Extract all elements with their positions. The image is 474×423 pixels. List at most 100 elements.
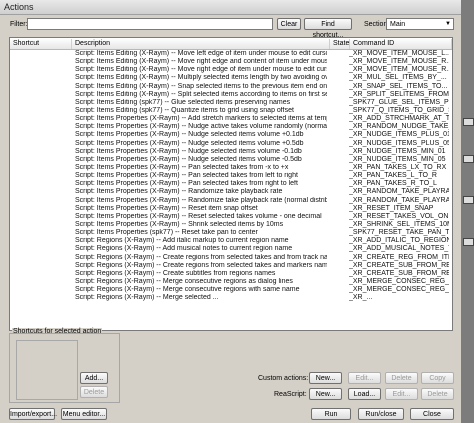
row-description: Script: Items Properties (X-Raym) -- Ran… <box>75 188 283 196</box>
row-command-id: _XR_RANDOM_TAKE_PLAYRATE_... <box>349 196 449 204</box>
row-description: Script: Items Properties (X-Raym) -- Nud… <box>75 147 302 155</box>
table-row[interactable]: Script: Items Properties (X-Raym) -- Res… <box>10 205 452 213</box>
table-row[interactable]: Script: Items Editing (spk77) -- Glue se… <box>10 99 452 107</box>
row-command-id: _XR_MERGE_CONSEC_REG_AS_... <box>349 277 449 285</box>
row-command-id: _XR_NUDGE_ITEMS_PLUS_01 <box>349 131 449 139</box>
import-export-button[interactable]: Import/export... <box>9 408 57 420</box>
row-command-id: _XR_PAN_TAKES_LX_TO_RX <box>349 163 447 171</box>
row-command-id: _XR_ADD_ITALIC_TO_REGION <box>349 237 449 245</box>
row-description: Script: Items Properties (X-Raym) -- Add… <box>75 115 327 123</box>
column-header-shortcut[interactable]: Shortcut <box>10 39 72 49</box>
table-row[interactable]: Script: Items Properties (X-Raym) -- Nud… <box>10 131 452 139</box>
table-row[interactable]: Script: Items Editing (X-Raym) -- Move r… <box>10 58 452 66</box>
column-header-state[interactable]: State <box>330 39 350 49</box>
filter-input[interactable] <box>27 18 273 30</box>
row-command-id: _XR_CREATE_SUB_FROM_REG... <box>349 261 449 269</box>
background-window-icon <box>463 238 474 246</box>
row-description: Script: Items Editing (spk77) -- Glue se… <box>75 98 291 106</box>
close-button[interactable]: Close <box>410 408 454 420</box>
row-description: Script: Regions (X-Raym) -- Merge consec… <box>75 286 300 294</box>
table-row[interactable]: Script: Items Properties (X-Raym) -- Ran… <box>10 188 452 196</box>
table-row[interactable]: Script: Regions (X-Raym) -- Create regio… <box>10 262 452 270</box>
row-description: Script: Items Properties (X-Raym) -- Pan… <box>75 180 298 188</box>
custom-delete-button[interactable]: Delete <box>385 372 418 384</box>
row-description: Script: Items Properties (X-Raym) -- Nud… <box>75 155 302 163</box>
table-row[interactable]: Script: Items Properties (X-Raym) -- Pan… <box>10 172 452 180</box>
row-command-id: _XR_RANDOM_NUDGE_TAKE_VO... <box>349 123 449 131</box>
row-description: Script: Regions (X-Raym) -- Create regio… <box>75 253 327 261</box>
actions-list[interactable]: Shortcut Description State Command ID Sc… <box>9 37 453 331</box>
shortcuts-list[interactable] <box>16 340 78 400</box>
row-command-id: _XR_RESET_TAKES_VOL_ONEDEC... <box>349 212 449 220</box>
table-row[interactable]: Script: Items Properties (X-Raym) -- Res… <box>10 213 452 221</box>
row-description: Script: Items Editing (spk77) -- Quantiz… <box>75 106 294 114</box>
table-row[interactable]: Script: Regions (X-Raym) -- Add italic m… <box>10 237 452 245</box>
run-button[interactable]: Run <box>311 408 351 420</box>
row-command-id: _XR_NUDGE_ITEMS_MIN_05 <box>349 155 446 163</box>
table-row[interactable]: Script: Items Properties (X-Raym) -- Add… <box>10 115 452 123</box>
list-header: Shortcut Description State Command ID <box>10 38 452 50</box>
row-command-id: _XR_NUDGE_ITEMS_MIN_01 <box>349 147 446 155</box>
run-close-button[interactable]: Run/close <box>358 408 404 420</box>
table-row[interactable]: Script: Items Properties (X-Raym) -- Pan… <box>10 180 452 188</box>
table-row[interactable]: Script: Regions (X-Raym) -- Add musical … <box>10 245 452 253</box>
background-window-icon <box>463 155 474 163</box>
row-command-id: _XR_ADD_STRCHMARK_AT_TEM... <box>349 115 449 123</box>
table-row[interactable]: Script: Regions (X-Raym) -- Merge consec… <box>10 278 452 286</box>
row-command-id: _XR_MOVE_ITEM_MOUSE_R... <box>349 58 449 66</box>
table-row[interactable]: Script: Items Editing (X-Raym) -- Multip… <box>10 74 452 82</box>
table-row[interactable]: Script: Items Properties (spk77) -- Rese… <box>10 229 452 237</box>
table-row[interactable]: Script: Regions (X-Raym) -- Create subti… <box>10 270 452 278</box>
row-command-id: _XR_MUL_SEL_ITEMS_BY_... <box>349 74 447 82</box>
row-description: Script: Regions (X-Raym) -- Create regio… <box>75 261 327 269</box>
add-shortcut-button[interactable]: Add... <box>80 372 108 384</box>
table-row[interactable]: Script: Items Editing (X-Raym) -- Snap s… <box>10 83 452 91</box>
table-row[interactable]: Script: Items Editing (X-Raym) -- Move l… <box>10 50 452 58</box>
table-row[interactable]: Script: Items Editing (X-Raym) -- Split … <box>10 91 452 99</box>
table-row[interactable]: Script: Items Properties (X-Raym) -- Pan… <box>10 164 452 172</box>
row-command-id: _XR_CREATE_SUB_FROM_REG... <box>349 269 449 277</box>
table-row[interactable]: Script: Items Editing (X-Raym) -- Move r… <box>10 66 452 74</box>
row-description: Script: Regions (X-Raym) -- Merge consec… <box>75 277 293 285</box>
table-row[interactable]: Script: Items Properties (X-Raym) -- Shr… <box>10 221 452 229</box>
row-command-id: _XR_RESET_ITEM_SNAP <box>349 204 434 212</box>
table-row[interactable]: Script: Items Properties (X-Raym) -- Nud… <box>10 123 452 131</box>
table-row[interactable]: Script: Regions (X-Raym) -- Merge select… <box>10 294 452 302</box>
clear-button[interactable]: Clear <box>277 18 301 30</box>
custom-edit-button[interactable]: Edit... <box>348 372 381 384</box>
custom-new-button[interactable]: New... <box>309 372 342 384</box>
reascript-edit-button[interactable]: Edit... <box>385 388 418 400</box>
table-row[interactable]: Script: Items Properties (X-Raym) -- Nud… <box>10 156 452 164</box>
row-command-id: _XR_MERGE_CONSEC_REG_SAME... <box>349 286 449 294</box>
table-row[interactable]: Script: Items Editing (spk77) -- Quantiz… <box>10 107 452 115</box>
custom-copy-button[interactable]: Copy <box>421 372 454 384</box>
column-header-description[interactable]: Description <box>72 39 330 49</box>
row-command-id: _XR_PAN_TAKES_R_TO_L <box>349 180 437 188</box>
row-description: Script: Items Editing (X-Raym) -- Move l… <box>75 50 327 57</box>
section-dropdown[interactable]: Main ▼ <box>386 18 454 30</box>
row-command-id: _XR_... <box>349 294 373 302</box>
reascript-load-button[interactable]: Load... <box>348 388 381 400</box>
table-row[interactable]: Script: Items Properties (X-Raym) -- Nud… <box>10 140 452 148</box>
row-description: Script: Regions (X-Raym) -- Merge select… <box>75 294 219 302</box>
menu-editor-button[interactable]: Menu editor... <box>61 408 107 420</box>
chevron-down-icon: ▼ <box>445 21 451 27</box>
table-row[interactable]: Script: Items Properties (X-Raym) -- Nud… <box>10 148 452 156</box>
row-command-id: _XR_RANDOM_TAKE_PLAYRATE <box>349 188 449 196</box>
list-rows: Script: Items Editing (X-Raym) -- Move l… <box>10 50 452 302</box>
row-description: Script: Items Editing (X-Raym) -- Multip… <box>75 74 327 82</box>
custom-actions-label: Custom actions: <box>258 375 309 382</box>
table-row[interactable]: Script: Regions (X-Raym) -- Merge consec… <box>10 286 452 294</box>
find-shortcut-button[interactable]: Find shortcut... <box>304 18 352 39</box>
row-command-id: _XR_SPLIT_SELITEMS_FROM_S... <box>349 90 449 98</box>
delete-shortcut-button[interactable]: Delete <box>80 386 108 398</box>
table-row[interactable]: Script: Items Properties (X-Raym) -- Ran… <box>10 197 452 205</box>
column-header-command-id[interactable]: Command ID <box>350 39 452 49</box>
reascript-delete-button[interactable]: Delete <box>421 388 454 400</box>
window-title: Actions <box>4 2 34 12</box>
row-description: Script: Items Properties (X-Raym) -- Nud… <box>75 131 304 139</box>
table-row[interactable]: Script: Regions (X-Raym) -- Create regio… <box>10 254 452 262</box>
row-description: Script: Items Properties (X-Raym) -- Nud… <box>75 139 304 147</box>
reascript-new-button[interactable]: New... <box>309 388 342 400</box>
filter-label: Filter: <box>10 21 28 28</box>
